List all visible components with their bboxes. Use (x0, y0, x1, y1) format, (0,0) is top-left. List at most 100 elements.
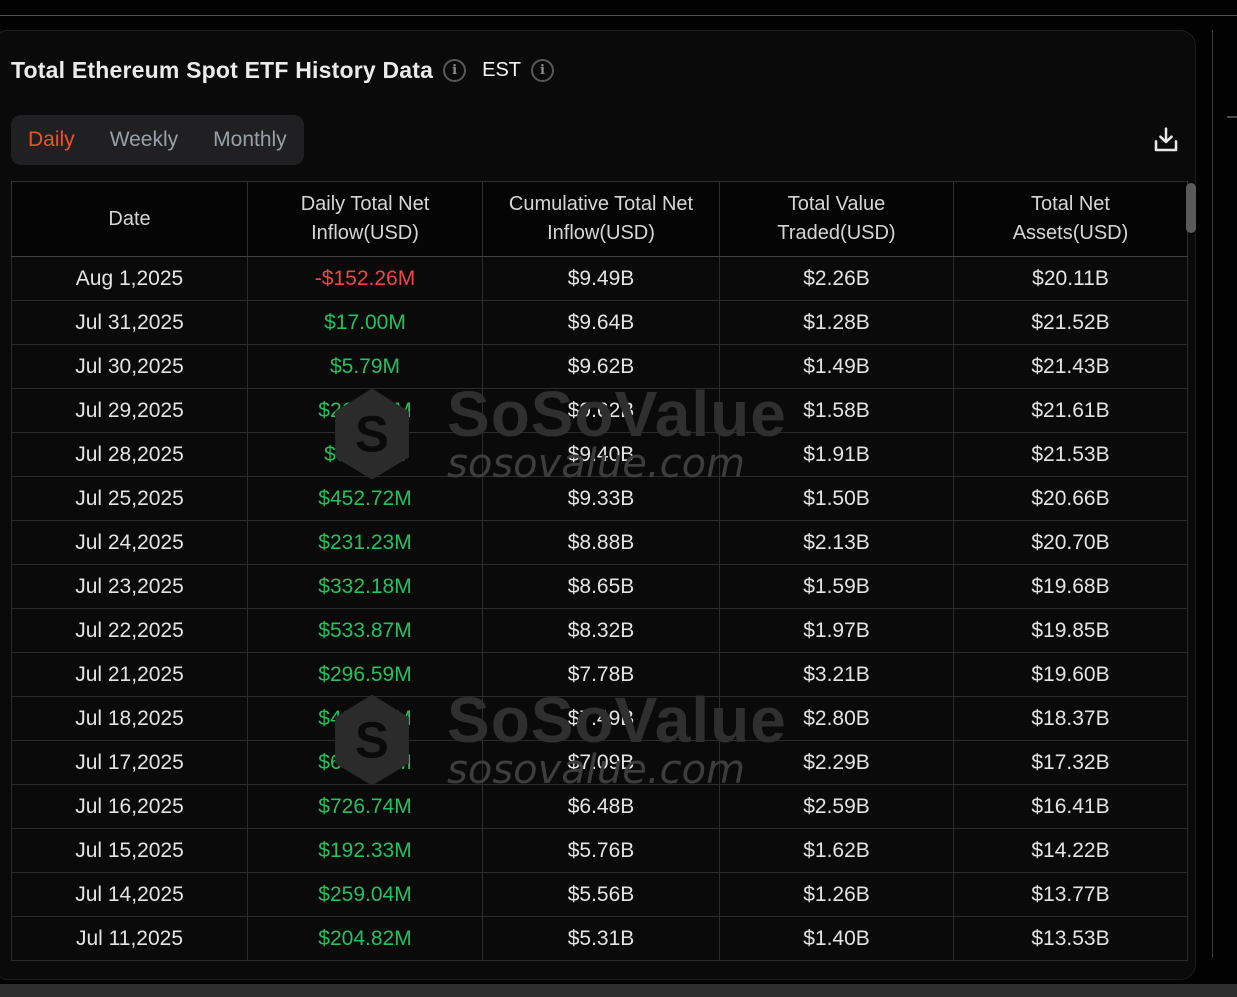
cell-total_value_traded: $2.59B (720, 785, 954, 829)
cell-date: Jul 25,2025 (12, 477, 248, 521)
column-header-1: Daily Total Net Inflow(USD) (248, 182, 483, 257)
cell-cumulative_net_inflow: $5.56B (483, 873, 720, 917)
cell-total_net_assets: $16.41B (954, 785, 1188, 829)
history-table-wrap: DateDaily Total Net Inflow(USD)Cumulativ… (11, 181, 1188, 961)
cell-daily_net_inflow: $602.02M (248, 741, 483, 785)
column-header-4: Total Net Assets(USD) (954, 182, 1188, 257)
cell-date: Jul 29,2025 (12, 389, 248, 433)
table-row: Jul 24,2025$231.23M$8.88B$2.13B$20.70B (12, 521, 1188, 565)
cell-date: Jul 11,2025 (12, 917, 248, 961)
horizontal-scrollbar[interactable] (0, 984, 1237, 997)
timezone-label: EST (482, 59, 521, 82)
cell-total_value_traded: $1.62B (720, 829, 954, 873)
table-row: Jul 28,2025$65.14M$9.40B$1.91B$21.53B (12, 433, 1188, 477)
cell-total_value_traded: $2.13B (720, 521, 954, 565)
cell-total_net_assets: $21.43B (954, 345, 1188, 389)
cell-total_value_traded: $3.21B (720, 653, 954, 697)
cell-daily_net_inflow: $218.64M (248, 389, 483, 433)
cell-daily_net_inflow: $5.79M (248, 345, 483, 389)
cell-cumulative_net_inflow: $8.65B (483, 565, 720, 609)
etf-history-panel: Total Ethereum Spot ETF History Data i E… (0, 30, 1196, 980)
cell-total_value_traded: $2.80B (720, 697, 954, 741)
cell-date: Aug 1,2025 (12, 257, 248, 301)
cell-total_value_traded: $1.97B (720, 609, 954, 653)
cell-date: Jul 30,2025 (12, 345, 248, 389)
cell-date: Jul 22,2025 (12, 609, 248, 653)
interval-tabs: Daily Weekly Monthly (11, 115, 304, 165)
cell-cumulative_net_inflow: $9.62B (483, 345, 720, 389)
cell-daily_net_inflow: $452.72M (248, 477, 483, 521)
table-row: Jul 29,2025$218.64M$9.62B$1.58B$21.61B (12, 389, 1188, 433)
table-header: DateDaily Total Net Inflow(USD)Cumulativ… (12, 182, 1188, 257)
cell-cumulative_net_inflow: $7.09B (483, 741, 720, 785)
table-row: Jul 25,2025$452.72M$9.33B$1.50B$20.66B (12, 477, 1188, 521)
cell-cumulative_net_inflow: $9.49B (483, 257, 720, 301)
cell-cumulative_net_inflow: $9.40B (483, 433, 720, 477)
download-button[interactable] (1149, 122, 1183, 158)
cell-date: Jul 24,2025 (12, 521, 248, 565)
column-header-3: Total Value Traded(USD) (720, 182, 954, 257)
cell-total_value_traded: $2.29B (720, 741, 954, 785)
table-row: Jul 16,2025$726.74M$6.48B$2.59B$16.41B (12, 785, 1188, 829)
table-row: Aug 1,2025-$152.26M$9.49B$2.26B$20.11B (12, 257, 1188, 301)
table-row: Jul 21,2025$296.59M$7.78B$3.21B$19.60B (12, 653, 1188, 697)
table-row: Jul 15,2025$192.33M$5.76B$1.62B$14.22B (12, 829, 1188, 873)
cell-total_net_assets: $19.68B (954, 565, 1188, 609)
cell-daily_net_inflow: $259.04M (248, 873, 483, 917)
tab-monthly[interactable]: Monthly (213, 128, 287, 152)
cell-total_value_traded: $1.58B (720, 389, 954, 433)
cell-total_net_assets: $20.70B (954, 521, 1188, 565)
cell-cumulative_net_inflow: $6.48B (483, 785, 720, 829)
cell-daily_net_inflow: $402.50M (248, 697, 483, 741)
table-row: Jul 31,2025$17.00M$9.64B$1.28B$21.52B (12, 301, 1188, 345)
table-row: Jul 17,2025$602.02M$7.09B$2.29B$17.32B (12, 741, 1188, 785)
cell-total_net_assets: $18.37B (954, 697, 1188, 741)
cell-total_net_assets: $13.77B (954, 873, 1188, 917)
panel-header: Total Ethereum Spot ETF History Data i E… (11, 57, 554, 84)
cell-total_value_traded: $2.26B (720, 257, 954, 301)
table-row: Jul 22,2025$533.87M$8.32B$1.97B$19.85B (12, 609, 1188, 653)
tab-daily[interactable]: Daily (28, 128, 75, 152)
cell-date: Jul 15,2025 (12, 829, 248, 873)
etf-history-screen: Total Ethereum Spot ETF History Data i E… (0, 0, 1237, 997)
right-divider (1212, 30, 1213, 958)
cell-cumulative_net_inflow: $8.32B (483, 609, 720, 653)
timezone-info-icon[interactable]: i (531, 59, 554, 82)
history-table: DateDaily Total Net Inflow(USD)Cumulativ… (11, 181, 1188, 961)
cell-daily_net_inflow: $726.74M (248, 785, 483, 829)
cell-cumulative_net_inflow: $5.31B (483, 917, 720, 961)
cell-total_value_traded: $1.49B (720, 345, 954, 389)
cell-date: Jul 14,2025 (12, 873, 248, 917)
cell-date: Jul 31,2025 (12, 301, 248, 345)
cell-total_net_assets: $21.61B (954, 389, 1188, 433)
cell-daily_net_inflow: $332.18M (248, 565, 483, 609)
cell-daily_net_inflow: $231.23M (248, 521, 483, 565)
cell-total_value_traded: $1.59B (720, 565, 954, 609)
page-scrollbar-thumb-edge (1227, 116, 1237, 118)
download-icon (1150, 123, 1182, 157)
table-scrollbar-thumb[interactable] (1186, 183, 1196, 233)
cell-daily_net_inflow: $65.14M (248, 433, 483, 477)
title-info-icon[interactable]: i (443, 59, 466, 82)
cell-cumulative_net_inflow: $9.62B (483, 389, 720, 433)
cell-cumulative_net_inflow: $7.49B (483, 697, 720, 741)
table-row: Jul 18,2025$402.50M$7.49B$2.80B$18.37B (12, 697, 1188, 741)
table-row: Jul 11,2025$204.82M$5.31B$1.40B$13.53B (12, 917, 1188, 961)
cell-daily_net_inflow: $17.00M (248, 301, 483, 345)
cell-date: Jul 17,2025 (12, 741, 248, 785)
cell-total_value_traded: $1.40B (720, 917, 954, 961)
cell-total_net_assets: $19.60B (954, 653, 1188, 697)
cell-daily_net_inflow: $296.59M (248, 653, 483, 697)
cell-cumulative_net_inflow: $8.88B (483, 521, 720, 565)
cell-date: Jul 23,2025 (12, 565, 248, 609)
cell-total_value_traded: $1.26B (720, 873, 954, 917)
tab-weekly[interactable]: Weekly (110, 128, 178, 152)
page-title: Total Ethereum Spot ETF History Data (11, 57, 433, 84)
cell-cumulative_net_inflow: $9.33B (483, 477, 720, 521)
cell-total_net_assets: $21.52B (954, 301, 1188, 345)
cell-total_value_traded: $1.50B (720, 477, 954, 521)
cell-daily_net_inflow: $192.33M (248, 829, 483, 873)
column-header-0: Date (12, 182, 248, 257)
cell-total_value_traded: $1.28B (720, 301, 954, 345)
cell-total_net_assets: $19.85B (954, 609, 1188, 653)
